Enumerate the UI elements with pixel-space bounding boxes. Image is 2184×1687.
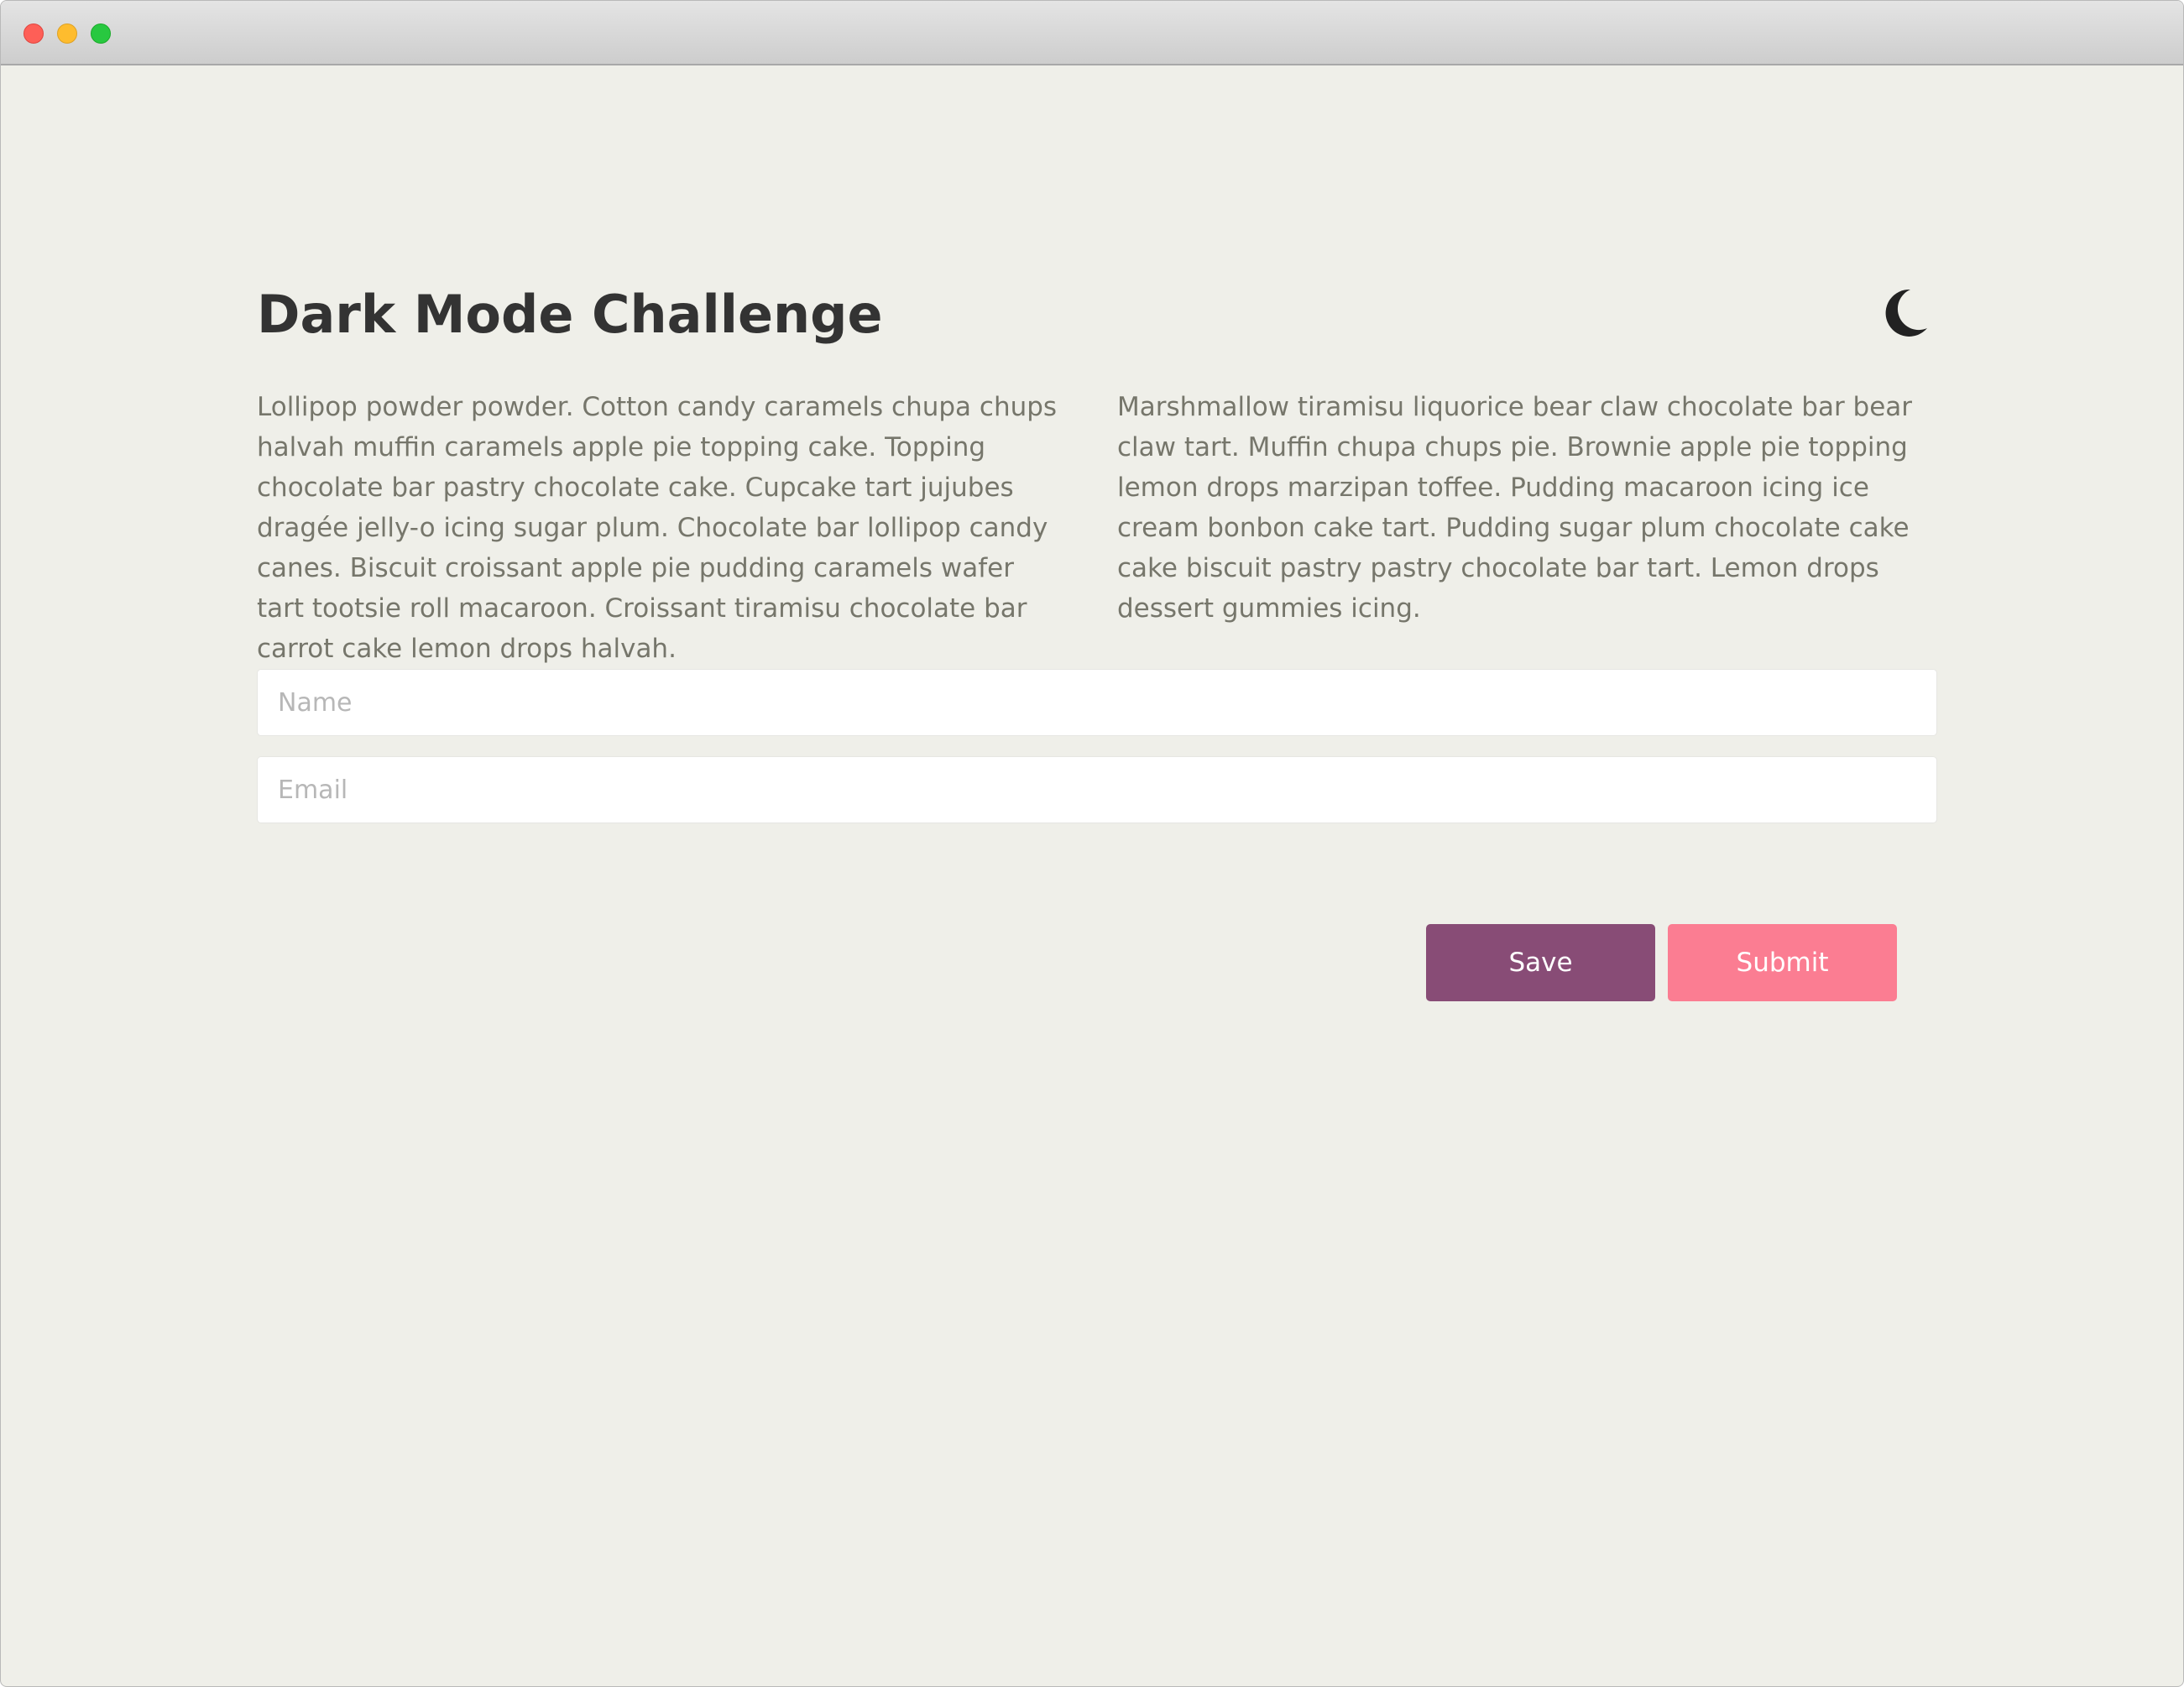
paragraph-left: Lollipop powder powder. Cotton candy car… xyxy=(257,392,1058,664)
name-input[interactable] xyxy=(257,669,1937,736)
page-title: Dark Mode Challenge xyxy=(257,284,883,345)
zoom-window-button[interactable] xyxy=(91,24,111,44)
email-input[interactable] xyxy=(257,756,1937,823)
close-window-button[interactable] xyxy=(24,24,44,44)
paragraph-right: Marshmallow tiramisu liquorice bear claw… xyxy=(1117,392,1913,624)
save-button[interactable]: Save xyxy=(1426,924,1655,1001)
moon-icon[interactable] xyxy=(1877,286,1931,340)
window-titlebar xyxy=(1,1,2183,65)
submit-button[interactable]: Submit xyxy=(1668,924,1897,1001)
minimize-window-button[interactable] xyxy=(57,24,77,44)
moon-icon-graphic xyxy=(1885,289,1927,337)
browser-window: Dark Mode Challenge Lollipop powder powd… xyxy=(0,0,2184,1687)
